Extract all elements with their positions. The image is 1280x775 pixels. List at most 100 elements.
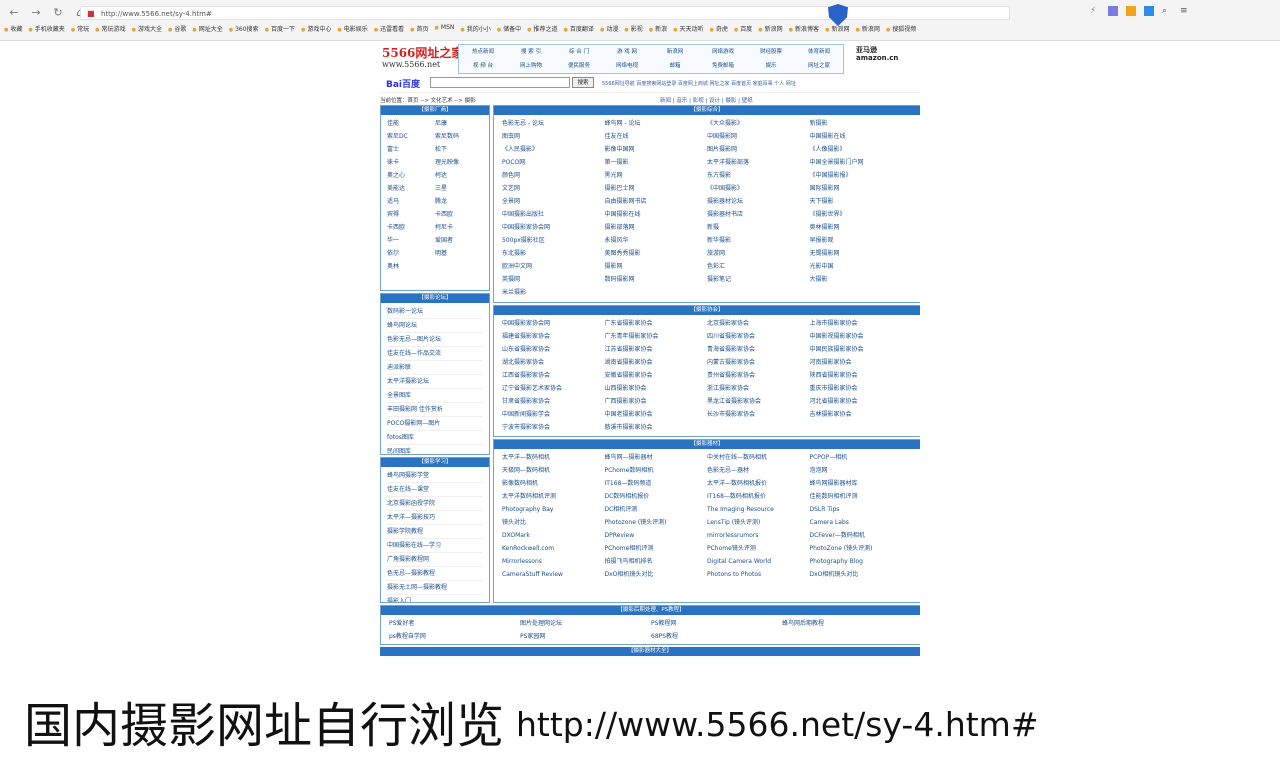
link-item[interactable]: 中国摄影在线 (810, 130, 913, 143)
link-item[interactable]: 邮箱 (669, 60, 680, 73)
bookmark-item[interactable]: 新浪网 (758, 24, 783, 36)
link-item[interactable]: 数码影一论坛 (387, 305, 483, 319)
link-item[interactable]: 太平洋—数码相机 (502, 451, 605, 464)
link-item[interactable]: 摄影部落网 (605, 221, 708, 234)
link-item[interactable]: 美能达 (387, 182, 435, 195)
link-item[interactable]: 视 频 台 (473, 60, 493, 73)
link-item[interactable]: ps教程自学网 (389, 630, 520, 643)
link-item[interactable]: 太平洋摄影论坛 (387, 375, 483, 389)
link-item[interactable]: 卡西欧 (387, 221, 435, 234)
bookmark-item[interactable]: 动漫 (600, 24, 618, 36)
link-item[interactable]: 宁波市摄影家协会 (502, 421, 605, 434)
link-item[interactable]: 旅游网 (707, 247, 810, 260)
link-item[interactable]: 500px摄影社区 (502, 234, 605, 247)
bookmark-item[interactable]: 收藏 (4, 24, 22, 36)
link-item[interactable]: 蜂鸟网摄影学堂 (387, 469, 483, 483)
link-item[interactable]: 佳能数码相机评测 (810, 490, 913, 503)
link-item[interactable]: 英摄网 (502, 273, 605, 286)
link-item[interactable]: 贵州省摄影家协会 (707, 369, 810, 382)
link-item[interactable]: 尼康 (435, 117, 483, 130)
link-item[interactable]: PS爱好者 (389, 617, 520, 630)
link-item[interactable]: 长沙市摄影家协会 (707, 408, 810, 421)
link-item[interactable]: 美图秀秀摄影 (605, 247, 708, 260)
link-item[interactable]: 慈溪市摄影家协会 (605, 421, 708, 434)
link-item[interactable]: 国际摄影网 (810, 182, 913, 195)
link-item[interactable]: POCO摄影网—图片 (387, 417, 483, 431)
link-item[interactable]: 湖北摄影家协会 (502, 356, 605, 369)
link-item[interactable]: 佳友在线—作品交流 (387, 347, 483, 361)
link-item[interactable]: 全景图库 (387, 389, 483, 403)
link-item[interactable]: 综 合 门 (569, 46, 589, 59)
bookmark-item[interactable]: 360搜索 (229, 24, 258, 36)
bookmark-item[interactable]: 储备中 (497, 24, 521, 36)
link-item[interactable]: 陕西省摄影家协会 (810, 369, 913, 382)
link-item[interactable]: 明基 (435, 247, 483, 260)
link-item[interactable]: 永摄风华 (605, 234, 708, 247)
link-item[interactable]: 色影无忌 - 论坛 (502, 117, 605, 130)
link-item[interactable]: 全景网 (502, 195, 605, 208)
link-item[interactable]: 江西省摄影家协会 (502, 369, 605, 382)
link-item[interactable]: POCO网 (502, 156, 605, 169)
link-item[interactable]: 拍摄飞鸟相机排名 (605, 555, 708, 568)
search-icon[interactable]: ⌕ (1162, 6, 1172, 16)
link-item[interactable]: 游 戏 网 (617, 46, 637, 59)
link-item[interactable]: 天极网—数码相机 (502, 464, 605, 477)
link-item[interactable]: 便民服务 (568, 60, 590, 73)
link-item[interactable]: 大摄影 (810, 273, 913, 286)
link-item[interactable]: 摄影网 (605, 260, 708, 273)
link-item[interactable]: 太平洋—数码相机报价 (707, 477, 810, 490)
link-item[interactable]: 中国摄影在线 (605, 208, 708, 221)
link-item[interactable]: 奥林摄影网 (810, 221, 913, 234)
search-links[interactable]: 5566网址导航 百度搜索网站登录 百度网上商城 网址之家 百度首页 家庭百事 … (602, 80, 796, 87)
back-icon[interactable]: ← (8, 6, 20, 19)
link-item[interactable]: 颜色网 (502, 169, 605, 182)
link-item[interactable]: The Imaging Resource (707, 503, 810, 516)
menu-icon[interactable]: ≡ (1180, 6, 1190, 16)
link-item[interactable]: Digital Camera World (707, 555, 810, 568)
link-item[interactable]: 依尔 (387, 247, 435, 260)
link-item[interactable]: 泡泡网 (810, 464, 913, 477)
forward-icon[interactable]: → (30, 6, 42, 19)
link-item[interactable]: 图片摄影网 (707, 143, 810, 156)
link-item[interactable]: 丰田摄影网 佳作赏析 (387, 403, 483, 417)
link-item[interactable]: 蜂鸟网—摄影器材 (605, 451, 708, 464)
link-item[interactable]: 奥之心 (387, 169, 435, 182)
link-item[interactable]: Camera Labs (810, 516, 913, 529)
link-item[interactable]: 镜头对比 (502, 516, 605, 529)
link-item[interactable]: 第一摄影 (605, 156, 708, 169)
link-item[interactable]: IT168—数码相机报价 (707, 490, 810, 503)
link-item[interactable]: Photons to Photos (707, 568, 810, 581)
link-item[interactable]: 松下 (435, 143, 483, 156)
link-item[interactable]: 中关村在线—数码相机 (707, 451, 810, 464)
shield-icon[interactable] (828, 4, 848, 26)
extension-icon[interactable] (1126, 6, 1136, 16)
link-item[interactable]: Photography Blog (810, 555, 913, 568)
link-item[interactable]: 宾得 (387, 208, 435, 221)
link-item[interactable]: 爱国者 (435, 234, 483, 247)
link-item[interactable]: 适马 (387, 195, 435, 208)
link-item[interactable]: 新摄 (707, 221, 810, 234)
link-item[interactable]: 中国影视摄影家协会 (810, 330, 913, 343)
link-item[interactable]: 青海省摄影家协会 (707, 343, 810, 356)
link-item[interactable]: 中国摄影在线—学习 (387, 539, 483, 553)
link-item[interactable]: 索尼数码 (435, 130, 483, 143)
link-item[interactable]: 蜂鸟网后期教程 (782, 617, 913, 630)
link-item[interactable]: 山西摄影家协会 (605, 382, 708, 395)
bookmark-item[interactable]: 天天动听 (673, 24, 703, 36)
link-item[interactable]: 民间图库 (387, 445, 483, 454)
bookmark-item[interactable]: MSN (435, 24, 454, 36)
link-item[interactable]: 中国摄影家协会网 (502, 317, 605, 330)
link-item[interactable]: 中国摄影出版社 (502, 208, 605, 221)
link-item[interactable]: 财经股票 (760, 46, 782, 59)
bookmark-item[interactable]: 百度翻译 (564, 24, 594, 36)
mail-icon[interactable] (1144, 6, 1154, 16)
link-item[interactable]: 腾龙 (435, 195, 483, 208)
link-item[interactable]: PChome镜头评测 (707, 542, 810, 555)
link-item[interactable]: 广东青年摄影家协会 (605, 330, 708, 343)
link-item[interactable]: 三星 (435, 182, 483, 195)
bookmark-item[interactable]: 新浪博客 (789, 24, 819, 36)
link-item[interactable]: 江苏省摄影家协会 (605, 343, 708, 356)
link-item[interactable]: PS教程网 (651, 617, 782, 630)
link-item[interactable]: 辽宁省摄影艺术家协会 (502, 382, 605, 395)
link-item[interactable]: 图虫网 (502, 130, 605, 143)
